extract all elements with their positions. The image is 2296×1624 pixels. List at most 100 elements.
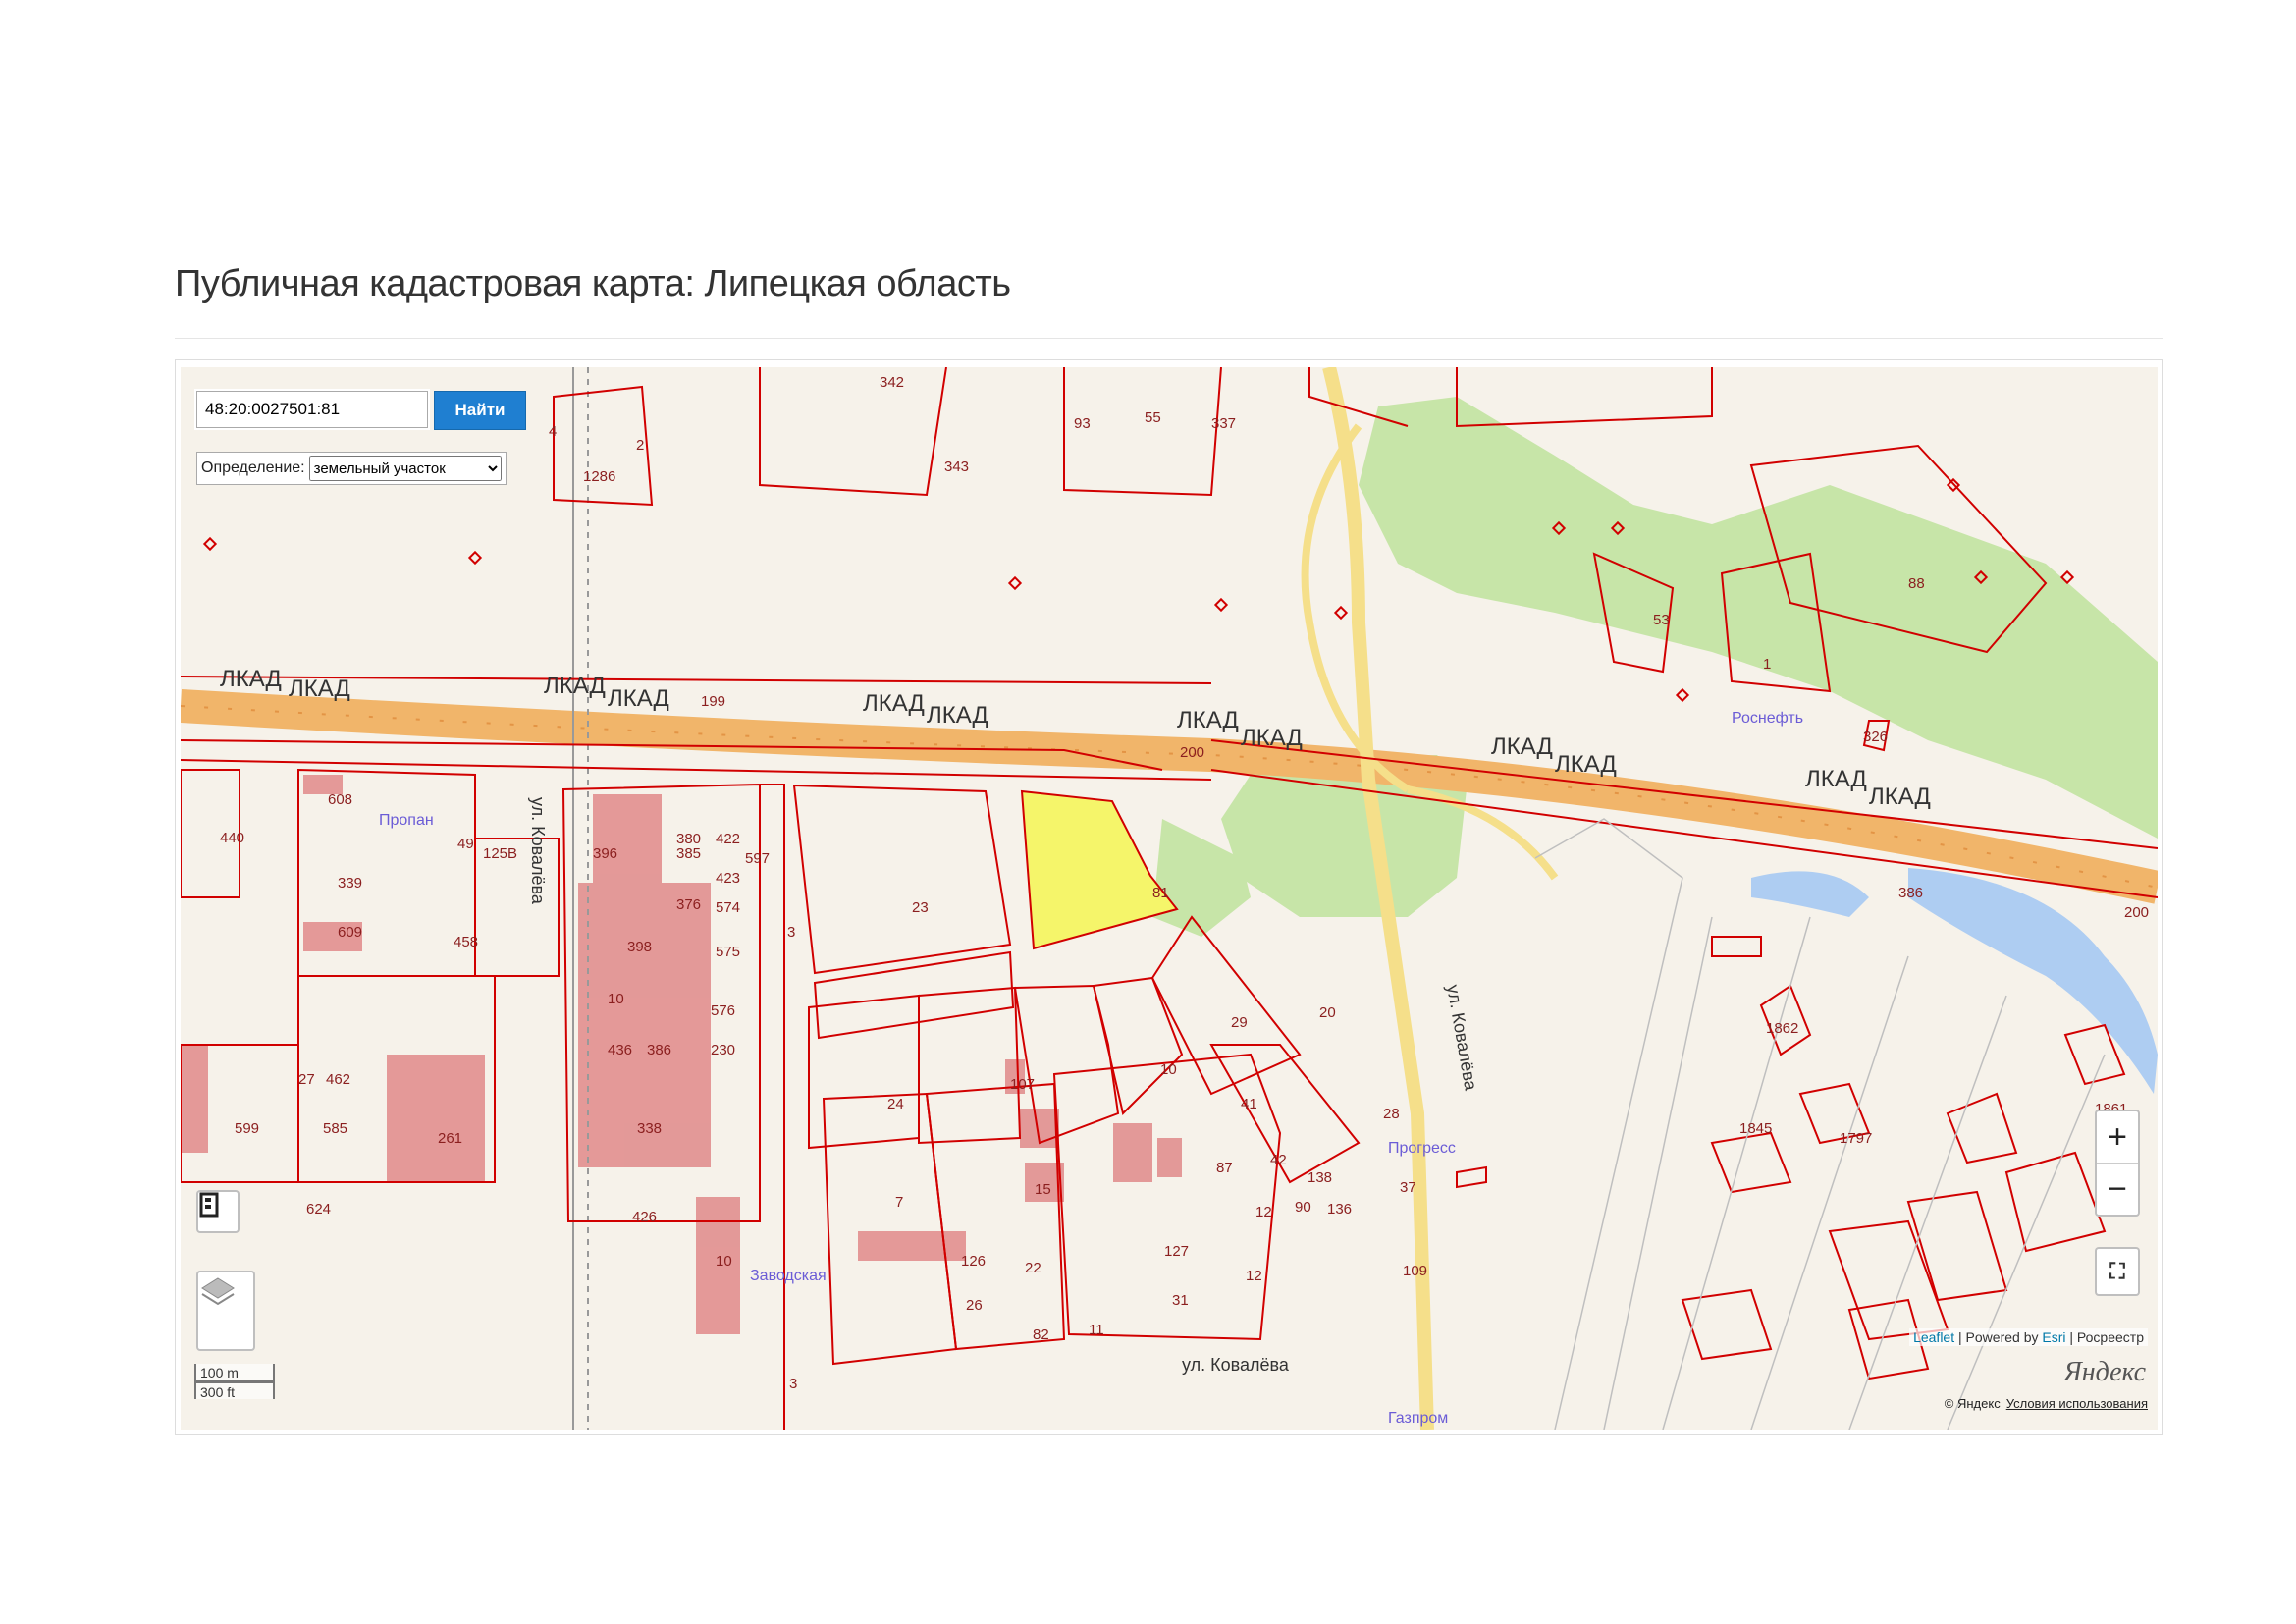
- road-label: ЛКАД: [1805, 766, 1867, 792]
- parcel-label: 81: [1152, 885, 1169, 901]
- parcel-label: 199: [701, 693, 725, 710]
- fullscreen-icon: ⛶: [2109, 1259, 2125, 1283]
- parcel-label: 1862: [1766, 1020, 1798, 1037]
- parcel-label: 22: [1025, 1260, 1041, 1276]
- parcel-label: 10: [716, 1253, 732, 1270]
- parcel-label: 90: [1295, 1199, 1311, 1216]
- street-label: ул. Ковалёва: [1443, 983, 1481, 1093]
- street-label: ул. Ковалёва: [1182, 1355, 1290, 1375]
- river: [1908, 868, 2158, 1094]
- parcel-81-highlight[interactable]: [1020, 789, 1179, 950]
- layers-icon: [201, 1277, 235, 1306]
- parcel-label: 29: [1231, 1014, 1248, 1031]
- parcel-label: 585: [323, 1120, 347, 1137]
- parcel-label: 422: [716, 831, 740, 847]
- parcel-label: 49: [457, 836, 474, 852]
- road-label: ЛКАД: [863, 690, 925, 717]
- parcel-label: 609: [338, 924, 362, 941]
- definition-row: Определение: земельный участок: [196, 452, 507, 485]
- map-canvas[interactable]: ЛКАД ЛКАД ЛКАД ЛКАД ЛКАД ЛКАД ЛКАД ЛКАД …: [181, 367, 2158, 1430]
- parcel-label: 93: [1074, 415, 1091, 432]
- parcel-label: 82: [1033, 1326, 1049, 1343]
- parcel-label: 576: [711, 1002, 735, 1019]
- parcel-label: 396: [593, 845, 617, 862]
- poi-propan: Пропан: [379, 812, 434, 829]
- parcel-label: 138: [1308, 1169, 1332, 1186]
- parcel-label: 127: [1164, 1243, 1189, 1260]
- yandex-terms: © Яндекс Условия использования: [1945, 1396, 2148, 1411]
- yandex-terms-link[interactable]: Условия использования: [2006, 1396, 2148, 1411]
- parcel-label: 1797: [1840, 1130, 1872, 1147]
- road-label: ЛКАД: [220, 666, 282, 692]
- parcel-label: 338: [637, 1120, 662, 1137]
- parcel-label: 125В: [483, 845, 517, 862]
- parcel-label: 342: [880, 374, 904, 391]
- parcel-label: 87: [1216, 1160, 1233, 1176]
- scale-imperial: 300 ft: [194, 1381, 275, 1400]
- parcel-label: 15: [1035, 1181, 1051, 1198]
- parcel-label: 440: [220, 830, 244, 846]
- parcel-label: 41: [1241, 1096, 1257, 1112]
- esri-link[interactable]: Esri: [2042, 1329, 2065, 1345]
- poi-zavodskaya: Заводская: [750, 1268, 827, 1284]
- road-label: ЛКАД: [1555, 751, 1617, 778]
- parcel-label: 339: [338, 875, 362, 892]
- parcel-label: 1: [1763, 656, 1771, 673]
- definition-label: Определение:: [201, 460, 305, 476]
- search-button[interactable]: Найти: [434, 391, 526, 430]
- ruler-button[interactable]: [196, 1190, 240, 1233]
- attribution: Leaflet | Powered by Esri | Росреестр: [1909, 1328, 2148, 1346]
- road-label: ЛКАД: [927, 702, 988, 729]
- parcel-label: 462: [326, 1071, 350, 1088]
- parcel-label: 4: [549, 423, 557, 440]
- parcel-label: 28: [1383, 1106, 1400, 1122]
- parcel-label: 31: [1172, 1292, 1189, 1309]
- road-label: ЛКАД: [289, 676, 350, 702]
- cadastral-number-input[interactable]: [196, 391, 428, 428]
- parcel-label: 88: [1908, 575, 1925, 592]
- map-frame: ЛКАД ЛКАД ЛКАД ЛКАД ЛКАД ЛКАД ЛКАД ЛКАД …: [175, 359, 2163, 1435]
- search-form: Найти: [196, 391, 526, 432]
- definition-select[interactable]: земельный участок: [308, 456, 502, 481]
- parcel-label: 1286: [583, 468, 615, 485]
- parcel-label: 10: [608, 991, 624, 1007]
- parcel-label: 109: [1403, 1263, 1427, 1279]
- parcel-label: 26: [966, 1297, 983, 1314]
- scale-metric: 100 m: [194, 1364, 275, 1381]
- parcel-label: 458: [454, 934, 478, 950]
- parcel-label: 10: [1160, 1061, 1177, 1078]
- parcel-label: 53: [1653, 612, 1670, 628]
- parcel-label: 12: [1246, 1268, 1262, 1284]
- parcel-label: 136: [1327, 1201, 1352, 1218]
- parcel-label: 386: [647, 1042, 671, 1058]
- parcel-label: 436: [608, 1042, 632, 1058]
- map-view[interactable]: ЛКАД ЛКАД ЛКАД ЛКАД ЛКАД ЛКАД ЛКАД ЛКАД …: [181, 367, 2158, 1430]
- parcel-label: 107: [1010, 1076, 1035, 1093]
- parcel-label: 126: [961, 1253, 986, 1270]
- zoom-in-button[interactable]: +: [2097, 1111, 2138, 1164]
- fullscreen-button[interactable]: ⛶: [2095, 1247, 2140, 1296]
- parcel-label: 24: [887, 1096, 904, 1112]
- rosreestr: Росреестр: [2076, 1329, 2144, 1345]
- parcel-label: 337: [1211, 415, 1236, 432]
- road-label: ЛКАД: [1491, 733, 1553, 760]
- parcel-label: 200: [2124, 904, 2149, 921]
- parcel-label: 385: [676, 845, 701, 862]
- zoom-out-button[interactable]: −: [2097, 1164, 2138, 1215]
- parcel-label: 423: [716, 870, 740, 887]
- parcel-label: 20: [1319, 1004, 1336, 1021]
- parcel-label: 230: [711, 1042, 735, 1058]
- parcel-label: 398: [627, 939, 652, 955]
- layers-button[interactable]: [196, 1271, 255, 1351]
- parcel-label: 376: [676, 896, 701, 913]
- parcel-label: 608: [328, 791, 352, 808]
- parcel-label: 1845: [1739, 1120, 1772, 1137]
- scale-bar: 100 m 300 ft: [194, 1364, 275, 1400]
- parcel-label: 574: [716, 899, 740, 916]
- leaflet-link[interactable]: Leaflet: [1913, 1329, 1954, 1345]
- parcel-label: 3: [787, 924, 795, 941]
- parcel-label: 200: [1180, 744, 1204, 761]
- parcel-label: 326: [1863, 729, 1888, 745]
- parcel-label: 426: [632, 1209, 657, 1225]
- parcel-label: 12: [1255, 1204, 1272, 1220]
